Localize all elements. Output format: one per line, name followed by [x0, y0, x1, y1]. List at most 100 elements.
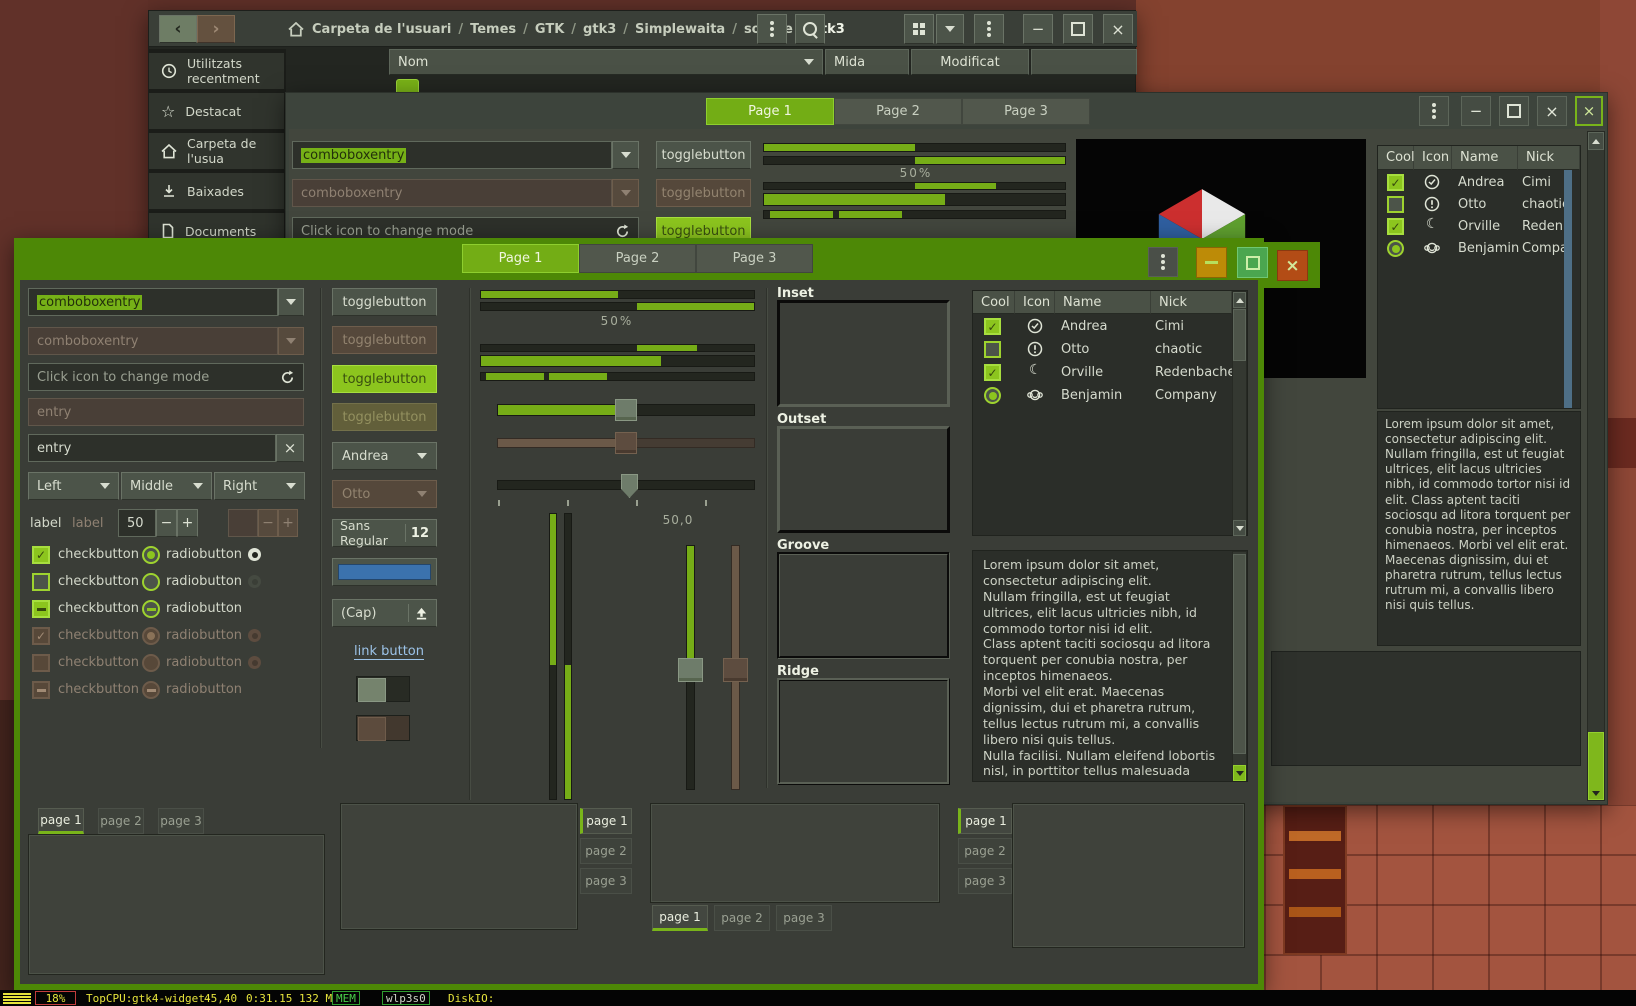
- hamburger-menu-button[interactable]: [974, 14, 1004, 44]
- radio-label[interactable]: radiobutton: [166, 574, 242, 589]
- cell-name[interactable]: Orville: [1061, 365, 1103, 380]
- checkbox-label[interactable]: checkbutton: [58, 547, 139, 562]
- notebook4-tab-page2[interactable]: page 2: [958, 838, 1012, 864]
- breadcrumb-segment[interactable]: GTK: [535, 22, 564, 37]
- togglebutton[interactable]: togglebutton: [656, 141, 751, 169]
- cap-button[interactable]: (Cap): [332, 599, 437, 627]
- combobox-dropdown-button[interactable]: [612, 141, 639, 169]
- close-button-focused[interactable]: ×: [1575, 96, 1603, 126]
- sidebar-item-starred[interactable]: ☆ Destacat: [149, 93, 284, 129]
- cell-name[interactable]: Andrea: [1458, 175, 1504, 190]
- cell-nick[interactable]: chaotic: [1522, 197, 1569, 212]
- font-button[interactable]: Sans Regular 12: [332, 519, 437, 547]
- view-options-button[interactable]: [936, 14, 964, 44]
- cell-nick[interactable]: chaotic: [1155, 342, 1202, 357]
- text-scrollbar[interactable]: [1232, 551, 1247, 781]
- cell-nick[interactable]: Cimi: [1522, 175, 1551, 190]
- breadcrumb-segment[interactable]: gtk3: [583, 22, 616, 37]
- column-header-mida[interactable]: Mida: [825, 49, 909, 75]
- row-checkbox-checked[interactable]: ✓: [984, 364, 1001, 381]
- column-header-modificat[interactable]: Modificat: [911, 49, 1029, 75]
- scale-handle[interactable]: [615, 399, 637, 421]
- search-button[interactable]: [795, 14, 825, 44]
- row-checkbox-checked[interactable]: ✓: [1387, 218, 1404, 235]
- row-checkbox-checked[interactable]: ✓: [1387, 174, 1404, 191]
- checkbox-label[interactable]: checkbutton: [58, 601, 139, 616]
- column-header-cool[interactable]: Cool: [973, 291, 1015, 314]
- maximize-button[interactable]: [1499, 96, 1529, 126]
- notebook1-tab-page3[interactable]: page 3: [158, 808, 204, 834]
- tab-page3[interactable]: Page 3: [696, 244, 813, 273]
- cell-name[interactable]: Otto: [1061, 342, 1089, 357]
- checkbox-unchecked[interactable]: [32, 573, 50, 591]
- column-header-extra[interactable]: [1031, 49, 1137, 75]
- cell-name[interactable]: Benjamin: [1061, 388, 1122, 403]
- scroll-up-button[interactable]: [1233, 292, 1246, 308]
- vertical-scrollbar[interactable]: [1587, 131, 1605, 801]
- back-button[interactable]: ‹: [159, 15, 197, 43]
- radio-label[interactable]: radiobutton: [166, 547, 242, 562]
- column-header-nom[interactable]: Nom: [389, 49, 823, 75]
- row-radio-selected[interactable]: [1387, 240, 1404, 257]
- cell-nick[interactable]: Redenbacher: [1155, 365, 1241, 380]
- combobox-andrea[interactable]: Andrea: [332, 442, 437, 470]
- cell-name[interactable]: Orville: [1458, 219, 1500, 234]
- notebook2-tab-page3[interactable]: page 3: [580, 868, 632, 894]
- row-checkbox-unchecked[interactable]: [1387, 196, 1404, 213]
- mini-radio[interactable]: [248, 548, 261, 561]
- cell-name[interactable]: Benjamin: [1458, 241, 1519, 256]
- entry[interactable]: entry: [28, 434, 276, 462]
- tab-page1[interactable]: Page 1: [706, 98, 834, 125]
- close-button[interactable]: ×: [1103, 14, 1133, 44]
- tab-page2[interactable]: Page 2: [834, 98, 962, 125]
- cell-nick[interactable]: Cimi: [1155, 319, 1184, 334]
- scrollbar-thumb[interactable]: [1588, 732, 1604, 800]
- maximize-button[interactable]: [1063, 14, 1093, 44]
- notebook3-tab-page1[interactable]: page 1: [652, 905, 708, 931]
- breadcrumb-segment[interactable]: Carpeta de l'usuari: [312, 22, 451, 37]
- minimize-button[interactable]: −: [1461, 96, 1491, 126]
- checkbox-label[interactable]: checkbutton: [58, 574, 139, 589]
- tab-page2[interactable]: Page 2: [579, 244, 696, 273]
- radio-selected[interactable]: [142, 546, 160, 564]
- column-header-name[interactable]: Name: [1055, 291, 1151, 314]
- textview[interactable]: Lorem ipsum dolor sit amet, consectetur …: [972, 550, 1248, 782]
- vertical-scale-handle[interactable]: [678, 658, 703, 682]
- notebook4-tab-page1[interactable]: page 1: [958, 808, 1012, 834]
- radio-indeterminate[interactable]: [142, 600, 160, 618]
- scrollbar-thumb[interactable]: [1233, 554, 1246, 754]
- view-grid-button[interactable]: [904, 14, 934, 44]
- sidebar-item-downloads[interactable]: Baixades: [149, 173, 284, 209]
- color-button[interactable]: [332, 558, 437, 586]
- breadcrumb[interactable]: Carpeta de l'usuari / Temes / GTK / gtk3…: [312, 11, 752, 47]
- mini-radio-faded[interactable]: [248, 575, 261, 588]
- spin-decrement-button[interactable]: −: [156, 509, 177, 537]
- notebook2-tab-page2[interactable]: page 2: [580, 838, 632, 864]
- menu-button[interactable]: [757, 14, 787, 44]
- forward-button[interactable]: ›: [197, 15, 235, 43]
- clear-entry-button[interactable]: ×: [276, 434, 304, 462]
- radio-label[interactable]: radiobutton: [166, 601, 242, 616]
- notebook1-tab-page2[interactable]: page 2: [98, 808, 144, 834]
- togglebutton[interactable]: togglebutton: [332, 288, 437, 316]
- breadcrumb-segment[interactable]: Temes: [470, 22, 516, 37]
- cell-nick[interactable]: Company: [1155, 388, 1217, 403]
- comboboxentry-input[interactable]: comboboxentry: [292, 141, 612, 169]
- comboboxentry-input[interactable]: comboboxentry: [28, 288, 278, 316]
- minimize-button[interactable]: [1196, 247, 1227, 278]
- close-button[interactable]: ×: [1277, 250, 1308, 281]
- row-radio-selected[interactable]: [984, 387, 1001, 404]
- column-header-cool[interactable]: Cool: [1378, 146, 1414, 170]
- link-button[interactable]: link button: [354, 644, 424, 660]
- scroll-down-button-active[interactable]: [1233, 765, 1246, 781]
- combobox-dropdown-button[interactable]: [278, 288, 304, 316]
- notebook4-tab-page3[interactable]: page 3: [958, 868, 1012, 894]
- checkbox-indeterminate[interactable]: [32, 600, 50, 618]
- notebook1-tab-page1[interactable]: page 1: [38, 808, 84, 834]
- row-checkbox-unchecked[interactable]: [984, 341, 1001, 358]
- cell-name[interactable]: Andrea: [1061, 319, 1107, 334]
- combobox-middle[interactable]: Middle: [121, 472, 212, 500]
- menu-button[interactable]: [1148, 247, 1178, 277]
- cell-name[interactable]: Otto: [1458, 197, 1486, 212]
- list-scrollbar[interactable]: [1232, 291, 1247, 535]
